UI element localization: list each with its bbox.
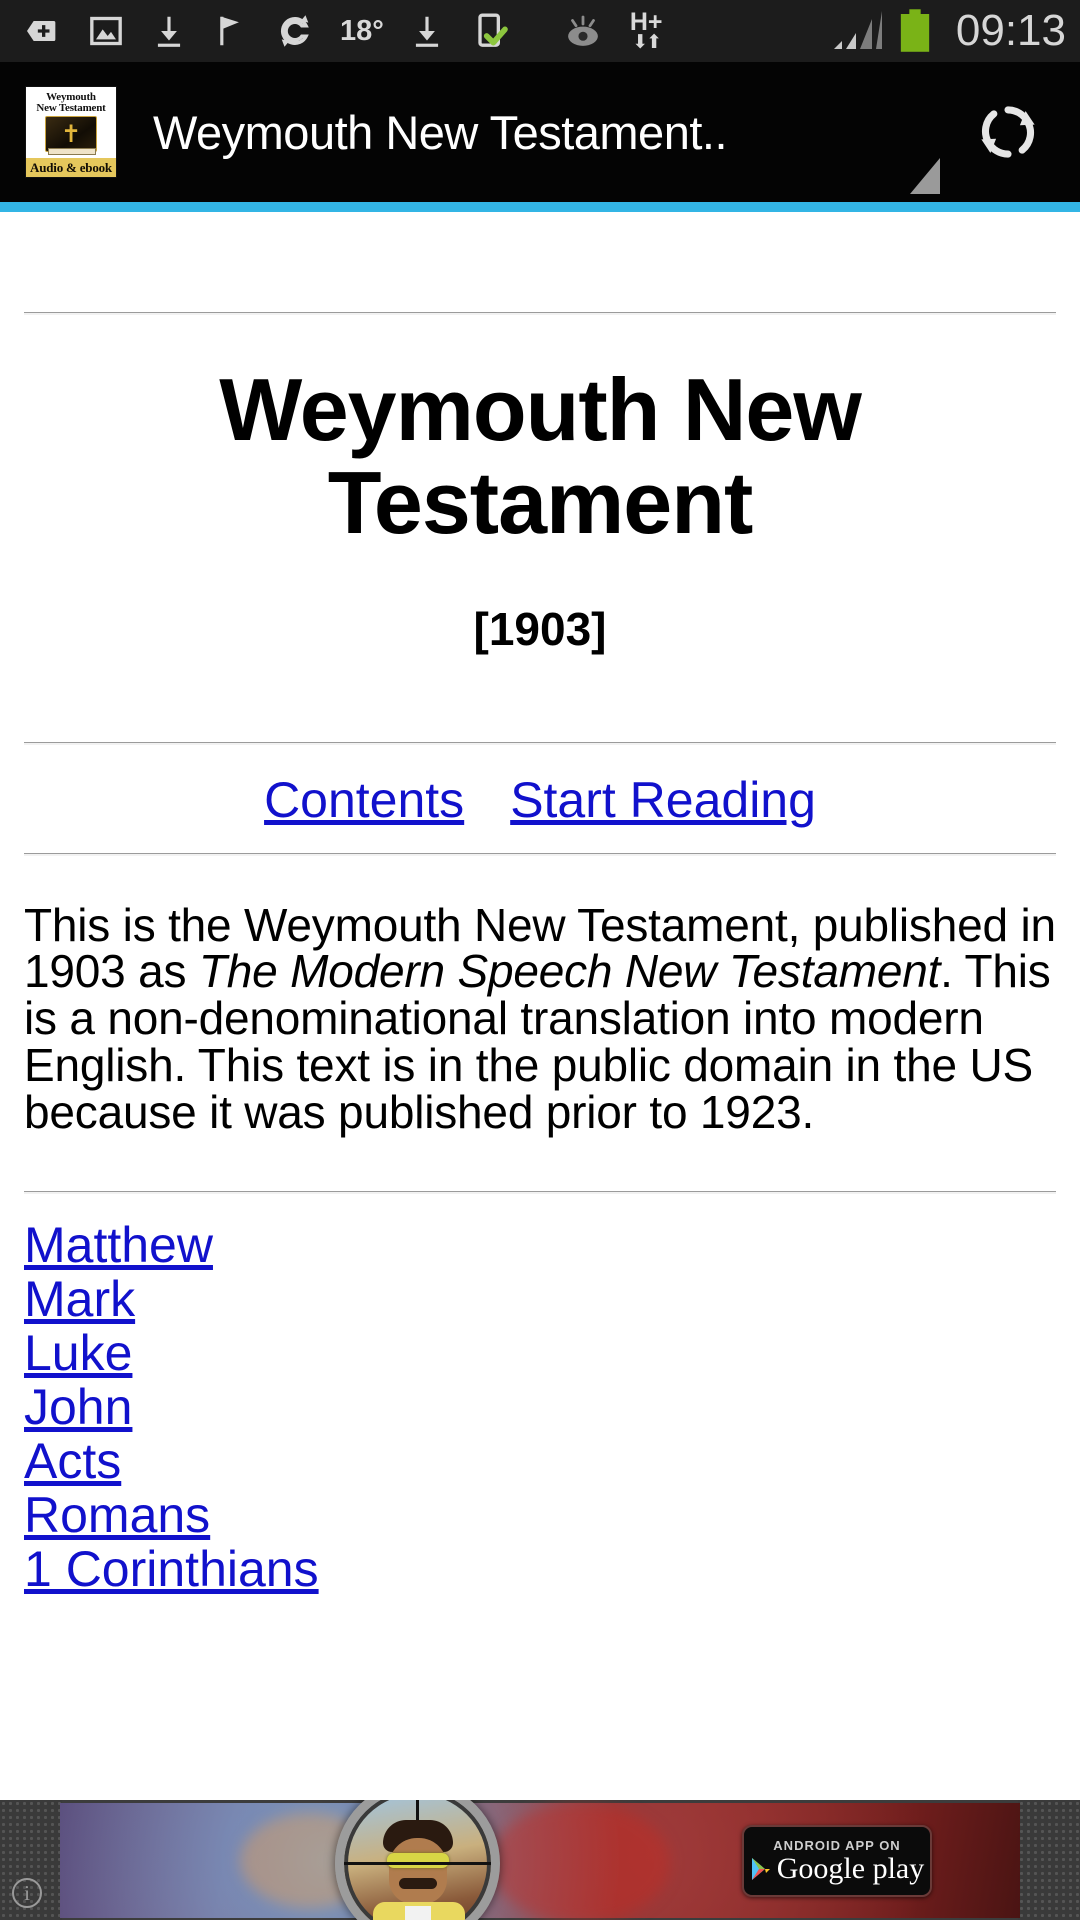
ad-right-texture xyxy=(1018,1800,1080,1920)
app-bar-title: Weymouth New Testament.. xyxy=(153,105,728,159)
list-item: Matthew xyxy=(24,1220,1056,1274)
divider-below-nav xyxy=(24,852,1056,856)
app-icon: Weymouth New Testament ✝ Audio & ebook xyxy=(25,86,117,178)
status-bar: 18° H+ ⬇⬆ 09:13 xyxy=(0,0,1080,62)
pen-tag-icon xyxy=(22,9,62,53)
list-item: John xyxy=(24,1382,1056,1436)
smart-stay-eye-icon xyxy=(560,9,606,53)
accent-bar xyxy=(0,202,1080,212)
intro-italic-title: The Modern Speech New Testament xyxy=(198,945,941,998)
ad-character xyxy=(372,1820,465,1920)
list-item: Mark xyxy=(24,1274,1056,1328)
download-complete-icon xyxy=(408,9,446,53)
book-link-romans[interactable]: Romans xyxy=(24,1490,210,1540)
bible-book-icon: ✝ xyxy=(45,116,97,155)
data-transfer-icon: H+ ⬇⬆ xyxy=(630,9,663,53)
book-list: Matthew Mark Luke John Acts Romans 1 Cor… xyxy=(24,1220,1056,1598)
ad-info-icon[interactable]: i xyxy=(12,1878,42,1908)
network-type-label: H+ xyxy=(629,8,663,37)
list-item: 1 Corinthians xyxy=(24,1544,1056,1598)
phone-check-icon xyxy=(470,9,510,53)
book-link-acts[interactable]: Acts xyxy=(24,1436,121,1486)
status-bar-right-group: 09:13 xyxy=(832,9,1066,53)
battery-icon xyxy=(898,9,932,53)
play-badge-title: Google play xyxy=(776,1851,925,1885)
sync-icon xyxy=(274,9,316,53)
ad-creative-image[interactable]: ANDROID APP ON Google play xyxy=(60,1800,1020,1920)
play-badge-subtitle: ANDROID APP ON xyxy=(773,1837,901,1853)
refresh-icon xyxy=(981,106,1035,158)
cross-icon: ✝ xyxy=(60,120,82,148)
google-play-badge[interactable]: ANDROID APP ON Google play xyxy=(742,1825,932,1897)
status-clock: 09:13 xyxy=(955,6,1066,55)
book-pages xyxy=(48,148,96,155)
flag-icon xyxy=(212,9,250,53)
nav-link-group: Contents Start Reading xyxy=(24,745,1056,853)
status-bar-icon-group: 18° H+ ⬇⬆ xyxy=(22,9,832,53)
book-link-luke[interactable]: Luke xyxy=(24,1328,132,1378)
ad-character-sunglasses xyxy=(386,1853,449,1868)
divider-top xyxy=(24,312,1056,315)
start-reading-link[interactable]: Start Reading xyxy=(510,771,816,829)
updown-arrows-icon: ⬇⬆ xyxy=(632,31,662,53)
contents-link[interactable]: Contents xyxy=(264,771,464,829)
ad-character-face xyxy=(388,1838,447,1904)
list-item: Luke xyxy=(24,1328,1056,1382)
list-item: Acts xyxy=(24,1436,1056,1490)
signal-bars-icon xyxy=(832,9,884,53)
app-icon-line2: New Testament xyxy=(36,102,106,114)
ad-character-moustache xyxy=(398,1878,437,1889)
ad-character-shirt xyxy=(404,1906,431,1920)
google-play-triangle-icon xyxy=(751,1857,770,1880)
crosshair-scope-icon xyxy=(335,1800,500,1920)
ad-smoke-2 xyxy=(490,1803,670,1920)
book-link-1-corinthians[interactable]: 1 Corinthians xyxy=(24,1544,319,1594)
book-link-john[interactable]: John xyxy=(24,1382,132,1432)
temperature-indicator: 18° xyxy=(340,14,384,47)
list-item: Romans xyxy=(24,1490,1056,1544)
publication-year: [1903] xyxy=(473,602,607,655)
divider-above-books xyxy=(24,1191,1056,1195)
app-bar: Weymouth New Testament ✝ Audio & ebook W… xyxy=(0,62,1080,202)
page-title: Weymouth New Testament xyxy=(219,360,862,553)
book-link-matthew[interactable]: Matthew xyxy=(24,1220,213,1270)
play-badge-main-row: Google play xyxy=(750,1851,925,1885)
webview-content[interactable]: Weymouth New Testament [1903] Contents S… xyxy=(0,212,1080,1920)
image-icon xyxy=(86,9,126,53)
download-icon xyxy=(150,9,188,53)
book-link-mark[interactable]: Mark xyxy=(24,1274,135,1324)
ad-banner[interactable]: ANDROID APP ON Google play i xyxy=(0,1800,1080,1920)
resize-handle-icon[interactable] xyxy=(910,158,940,194)
intro-paragraph: This is the Weymouth New Testament, publ… xyxy=(24,901,1056,1137)
refresh-button[interactable] xyxy=(972,96,1044,168)
app-icon-banner: Audio & ebook xyxy=(26,158,116,177)
